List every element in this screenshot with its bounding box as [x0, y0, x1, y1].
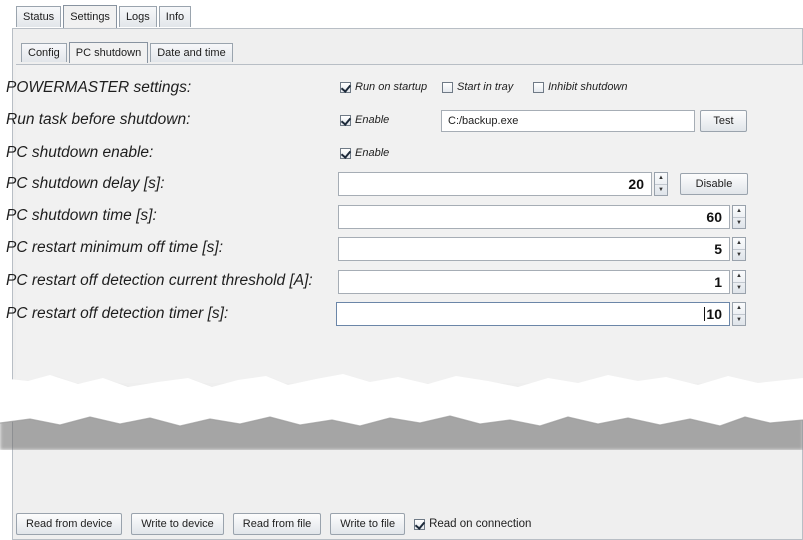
checkbox-checked-icon	[340, 147, 351, 159]
powermaster-settings-label: POWERMASTER settings:	[6, 79, 192, 96]
restart-threshold-stepper[interactable]: ▲ ▼	[732, 270, 746, 294]
run-task-enable-label: Enable	[355, 114, 390, 126]
tab-config[interactable]: Config	[21, 43, 67, 62]
shutdown-time-input[interactable]: 60	[338, 205, 730, 229]
tab-settings[interactable]: Settings	[63, 5, 117, 28]
start-in-tray-label: Start in tray	[457, 81, 514, 93]
tab-logs[interactable]: Logs	[118, 6, 157, 27]
sub-tab-bar: Config PC shutdown Date and time	[21, 42, 235, 64]
shutdown-time-label: PC shutdown time [s]:	[6, 207, 157, 224]
write-to-file-button[interactable]: Write to file	[330, 513, 406, 535]
inhibit-shutdown-checkbox[interactable]: Inhibit shutdown	[533, 81, 628, 93]
run-on-startup-label: Run on startup	[355, 81, 428, 93]
arrow-down-icon[interactable]: ▼	[733, 281, 745, 294]
restart-min-off-input[interactable]: 5	[338, 237, 730, 261]
text-cursor	[704, 307, 706, 321]
checkbox-checked-icon	[414, 518, 426, 530]
read-from-file-button[interactable]: Read from file	[232, 513, 322, 535]
arrow-up-icon[interactable]: ▲	[733, 238, 745, 249]
tab-status[interactable]: Status	[16, 6, 62, 27]
restart-min-off-stepper[interactable]: ▲ ▼	[732, 237, 746, 261]
disable-button[interactable]: Disable	[680, 173, 748, 195]
read-from-device-button[interactable]: Read from device	[16, 513, 123, 535]
restart-timer-stepper[interactable]: ▲ ▼	[732, 302, 746, 326]
arrow-down-icon[interactable]: ▼	[733, 216, 745, 229]
pc-shutdown-enable-checkbox-label: Enable	[355, 147, 390, 159]
arrow-down-icon[interactable]: ▼	[733, 248, 745, 261]
read-on-connection-checkbox[interactable]: Read on connection	[414, 518, 531, 530]
restart-threshold-input[interactable]: 1	[338, 270, 730, 294]
arrow-up-icon[interactable]: ▲	[733, 271, 745, 282]
tab-date-and-time[interactable]: Date and time	[150, 43, 233, 62]
restart-min-off-label: PC restart minimum off time [s]:	[6, 239, 224, 256]
tab-pc-shutdown[interactable]: PC shutdown	[68, 42, 149, 63]
checkbox-unchecked-icon	[442, 81, 453, 93]
tab-info[interactable]: Info	[158, 6, 192, 27]
write-to-device-button[interactable]: Write to device	[131, 513, 224, 535]
start-in-tray-checkbox[interactable]: Start in tray	[442, 81, 513, 93]
run-task-label: Run task before shutdown:	[6, 111, 191, 128]
shutdown-delay-stepper[interactable]: ▲ ▼	[654, 172, 668, 196]
inhibit-shutdown-label: Inhibit shutdown	[548, 81, 628, 93]
arrow-up-icon[interactable]: ▲	[733, 303, 745, 314]
main-tab-bar: Status Settings Logs Info	[16, 5, 193, 28]
task-path-input[interactable]: C:/backup.exe	[441, 110, 695, 132]
restart-timer-value: 10	[706, 306, 722, 322]
checkbox-checked-icon	[340, 81, 351, 93]
checkbox-checked-icon	[340, 114, 351, 126]
arrow-down-icon[interactable]: ▼	[655, 183, 667, 196]
checkbox-unchecked-icon	[533, 81, 544, 93]
arrow-up-icon[interactable]: ▲	[655, 173, 667, 184]
restart-threshold-label: PC restart off detection current thresho…	[6, 272, 313, 289]
restart-timer-label: PC restart off detection timer [s]:	[6, 305, 229, 322]
bottom-toolbar: Read from device Write to device Read fr…	[16, 513, 531, 535]
arrow-down-icon[interactable]: ▼	[733, 313, 745, 326]
torn-page-break	[0, 374, 803, 450]
test-button[interactable]: Test	[700, 110, 747, 132]
run-on-startup-checkbox[interactable]: Run on startup	[340, 81, 427, 93]
shutdown-time-stepper[interactable]: ▲ ▼	[732, 205, 746, 229]
pc-shutdown-enable-label: PC shutdown enable:	[6, 144, 154, 161]
run-task-enable-checkbox[interactable]: Enable	[340, 114, 389, 126]
shutdown-delay-input[interactable]: 20	[338, 172, 652, 196]
restart-timer-input[interactable]: 10	[336, 302, 730, 326]
arrow-up-icon[interactable]: ▲	[733, 206, 745, 217]
read-on-connection-label: Read on connection	[429, 518, 532, 530]
pc-shutdown-enable-checkbox[interactable]: Enable	[340, 147, 389, 159]
shutdown-delay-label: PC shutdown delay [s]:	[6, 175, 165, 192]
